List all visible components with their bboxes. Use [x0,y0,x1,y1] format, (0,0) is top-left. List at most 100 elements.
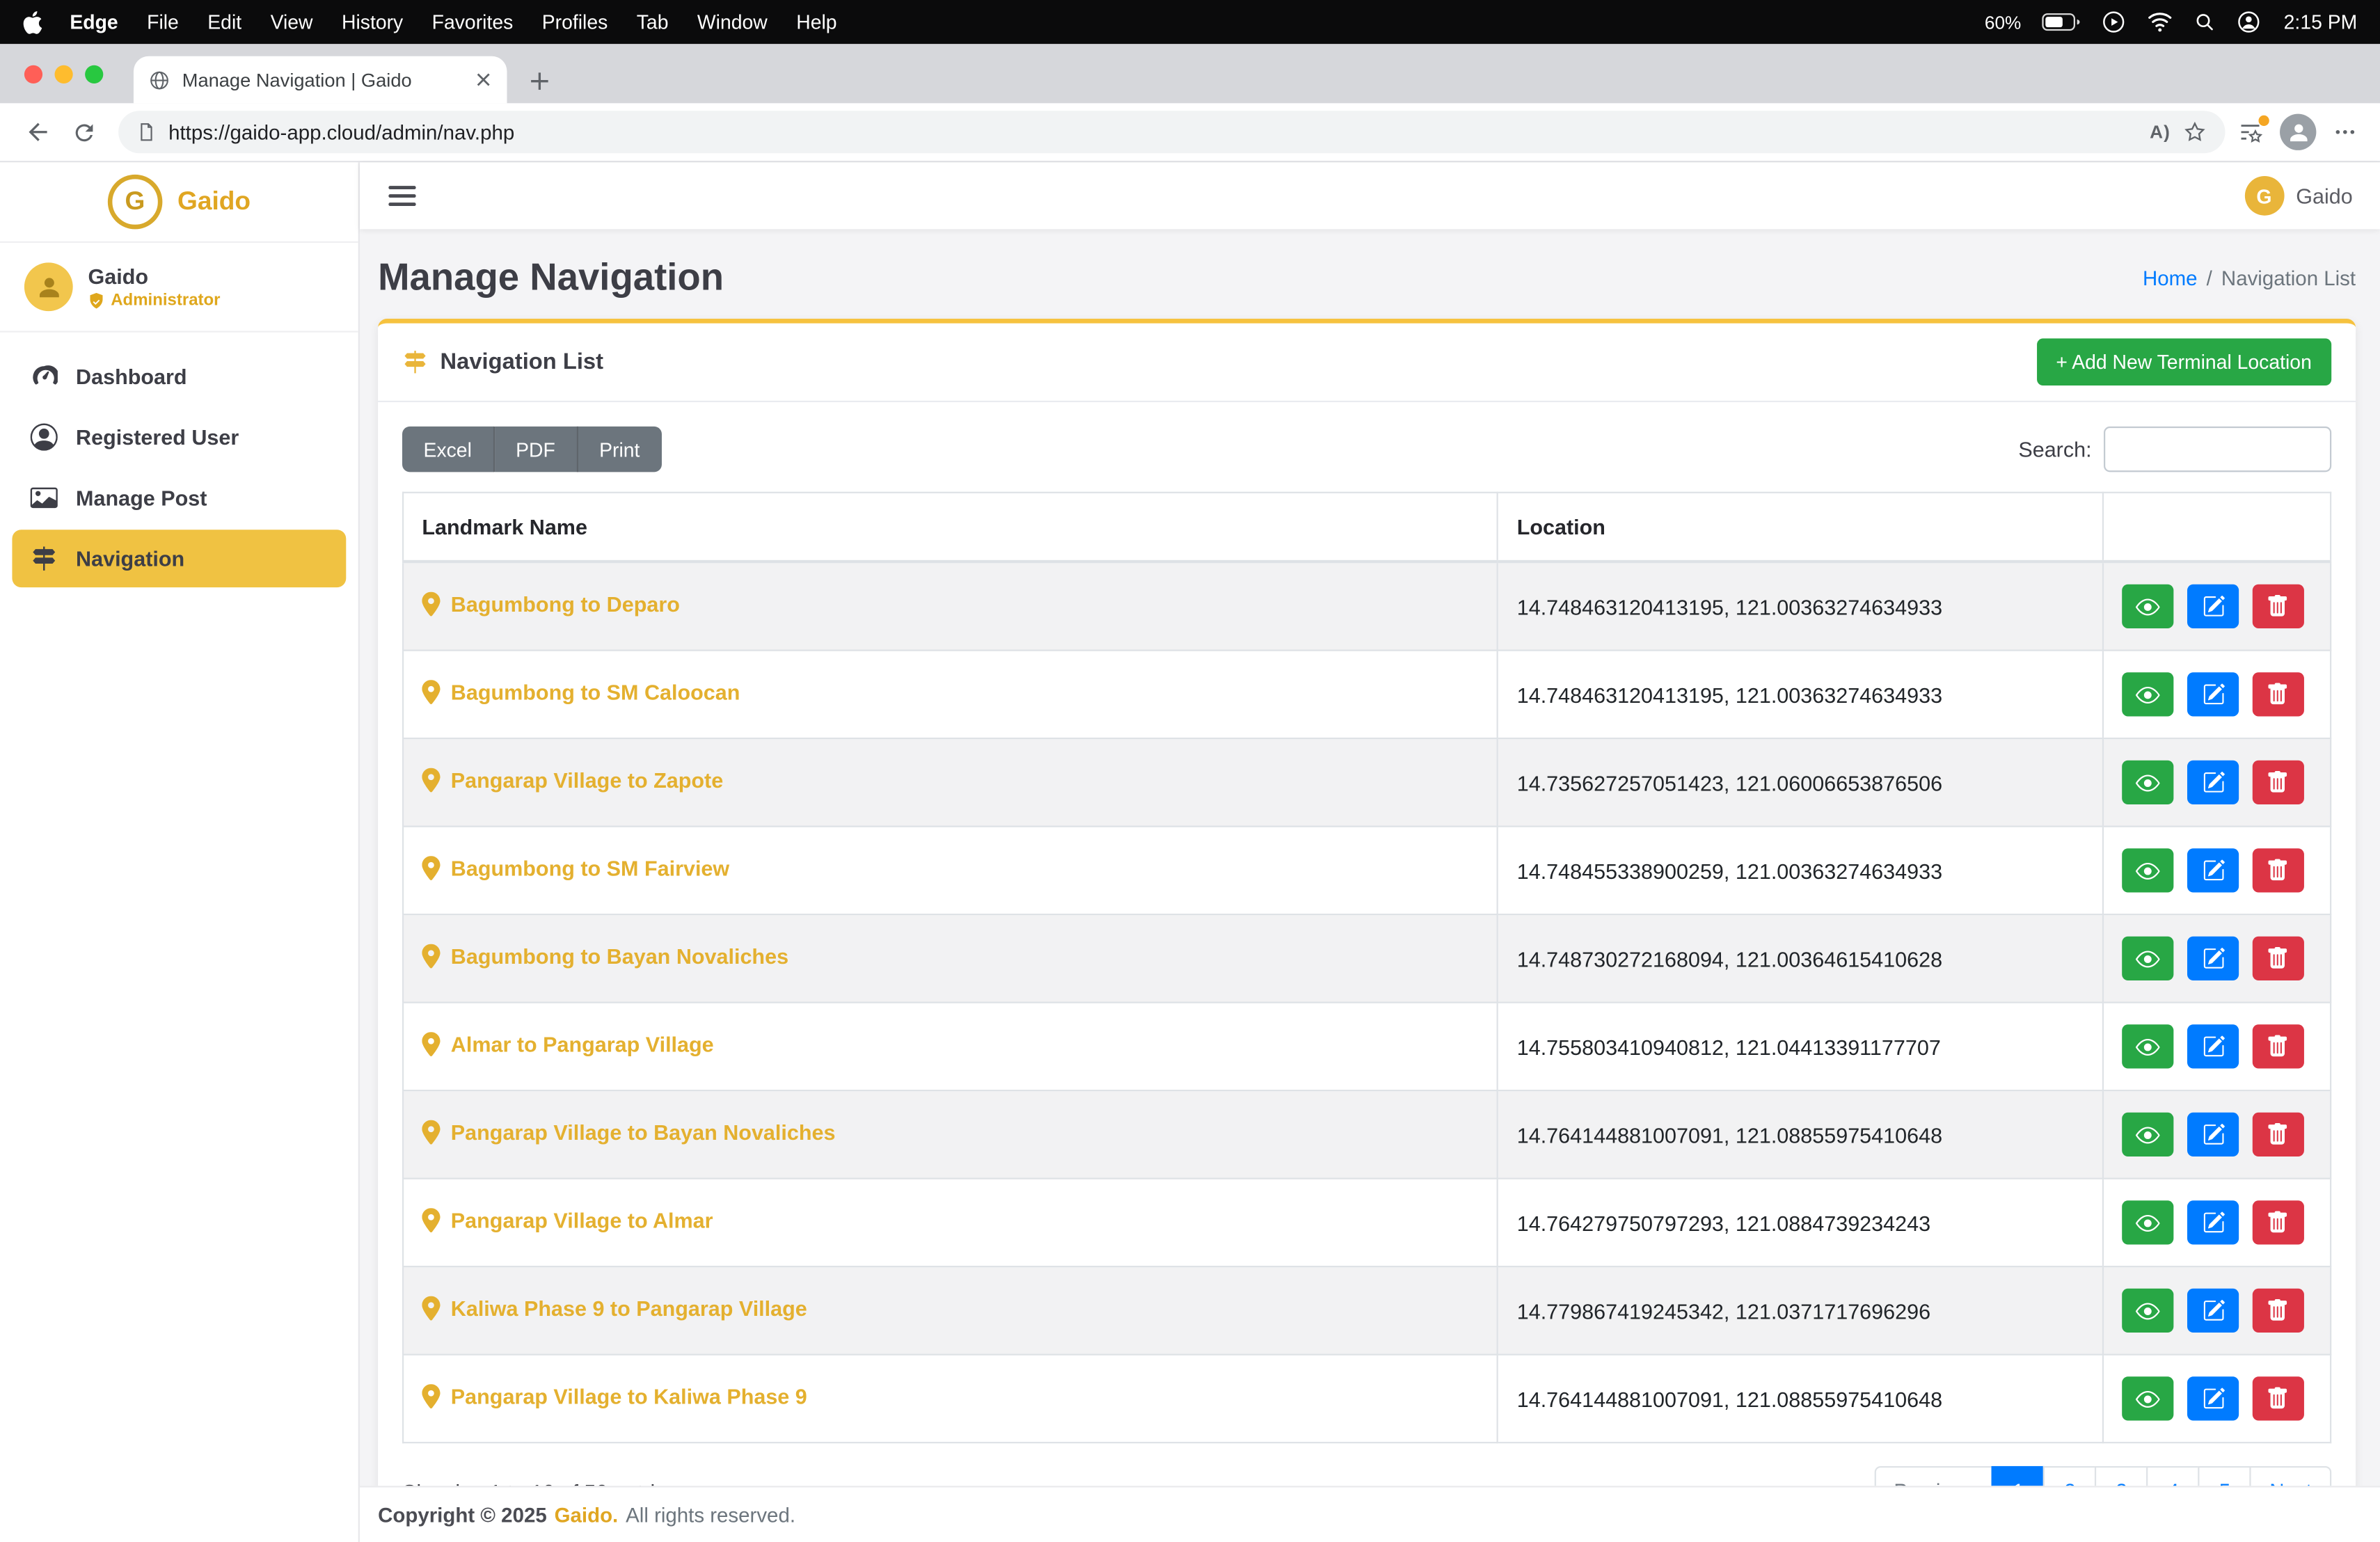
delete-button[interactable] [2253,1376,2304,1420]
view-button[interactable] [2122,672,2173,716]
edit-button[interactable] [2187,1024,2239,1068]
back-button[interactable] [15,109,61,154]
delete-button[interactable] [2253,1200,2304,1244]
sidebar-item-dashboard[interactable]: Dashboard [12,347,346,405]
page-info-icon[interactable] [136,121,156,143]
topbar-brand-group[interactable]: G Gaido [2244,176,2353,216]
pagination-3[interactable]: 3 [2095,1466,2148,1486]
hamburger-menu-icon[interactable] [387,181,418,212]
url-text[interactable]: https://gaido-app.cloud/admin/nav.php [168,120,2138,143]
apple-menu-icon[interactable] [23,10,45,34]
location-header[interactable]: Location [1498,493,2103,562]
menubar-item-profiles[interactable]: Profiles [542,10,608,33]
more-menu-icon[interactable] [2333,120,2357,144]
edit-button[interactable] [2187,761,2239,804]
close-window-button[interactable] [24,65,42,84]
delete-button[interactable] [2253,672,2304,716]
menubar-item-favorites[interactable]: Favorites [432,10,514,33]
landmark-link[interactable]: Bagumbong to Bayan Novaliches [422,944,788,969]
view-button[interactable] [2122,848,2173,892]
browser-profile-avatar[interactable] [2280,114,2316,150]
menubar-item-help[interactable]: Help [796,10,836,33]
table-row: Pangarap Village to Almar 14.76427975079… [403,1179,2331,1267]
delete-button[interactable] [2253,848,2304,892]
edit-button[interactable] [2187,937,2239,980]
screen-mirroring-icon[interactable] [2100,9,2126,35]
topbar-logo: G [2244,176,2284,216]
view-button[interactable] [2122,1113,2173,1156]
sidebar-item-manage-post[interactable]: Manage Post [12,469,346,527]
refresh-button[interactable] [61,109,106,154]
edit-button[interactable] [2187,1376,2239,1420]
edit-button[interactable] [2187,1200,2239,1244]
edit-button[interactable] [2187,672,2239,716]
landmark-link[interactable]: Pangarap Village to Bayan Novaliches [422,1120,835,1145]
landmark-link[interactable]: Pangarap Village to Zapote [422,768,723,793]
maximize-window-button[interactable] [85,65,103,84]
pagination-previous[interactable]: Previous [1874,1466,1993,1486]
landmark-link[interactable]: Pangarap Village to Kaliwa Phase 9 [422,1384,807,1408]
delete-button[interactable] [2253,1113,2304,1156]
search-input[interactable] [2104,427,2331,472]
landmark-link[interactable]: Pangarap Village to Almar [422,1208,713,1232]
view-button[interactable] [2122,1024,2173,1068]
sidebar: G Gaido Gaido Administrator [0,162,360,1542]
delete-button[interactable] [2253,1289,2304,1333]
edit-button[interactable] [2187,585,2239,628]
edit-button[interactable] [2187,1113,2239,1156]
minimize-window-button[interactable] [55,65,73,84]
new-tab-button[interactable] [528,70,551,93]
landmark-link[interactable]: Bagumbong to Deparo [422,592,680,617]
eye-icon [2136,858,2160,882]
delete-button[interactable] [2253,937,2304,980]
menubar-item-tab[interactable]: Tab [637,10,669,33]
delete-button[interactable] [2253,1024,2304,1068]
export-pdf-button[interactable]: PDF [495,427,578,472]
spotlight-search-icon[interactable] [2193,10,2216,33]
browser-tab[interactable]: Manage Navigation | Gaido [134,56,507,104]
view-button[interactable] [2122,1200,2173,1244]
delete-button[interactable] [2253,585,2304,628]
pagination-next[interactable]: Next [2250,1466,2331,1486]
edit-button[interactable] [2187,1289,2239,1333]
sidebar-item-navigation[interactable]: Navigation [12,530,346,587]
sidebar-item-registered-user[interactable]: Registered User [12,408,346,466]
view-button[interactable] [2122,1289,2173,1333]
add-terminal-location-button[interactable]: + Add New Terminal Location [2036,338,2331,386]
sidebar-brand[interactable]: G Gaido [0,162,358,243]
delete-button[interactable] [2253,761,2304,804]
landmark-link[interactable]: Almar to Pangarap Village [422,1032,713,1056]
menubar-item-history[interactable]: History [342,10,403,33]
menubar-item-window[interactable]: Window [697,10,768,33]
breadcrumb-home-link[interactable]: Home [2143,267,2198,290]
export-print-button[interactable]: Print [578,427,661,472]
landmark-link[interactable]: Bagumbong to SM Caloocan [422,680,740,704]
view-button[interactable] [2122,761,2173,804]
view-button[interactable] [2122,1376,2173,1420]
landmark-link[interactable]: Bagumbong to SM Fairview [422,856,729,880]
edit-button[interactable] [2187,848,2239,892]
menubar-clock[interactable]: 2:15 PM [2284,10,2358,33]
export-excel-button[interactable]: Excel [402,427,495,472]
menubar-item-file[interactable]: File [147,10,179,33]
menubar-app-name[interactable]: Edge [70,10,118,33]
menubar-item-view[interactable]: View [271,10,313,33]
pagination-5[interactable]: 5 [2198,1466,2251,1486]
view-button[interactable] [2122,585,2173,628]
pagination-1[interactable]: 1 [1992,1466,2045,1486]
map-pin-icon [422,768,440,793]
favorite-star-icon[interactable] [2182,120,2207,144]
wifi-icon[interactable] [2145,10,2173,33]
view-button[interactable] [2122,937,2173,980]
user-switcher-icon[interactable] [2235,9,2261,35]
menubar-item-edit[interactable]: Edit [207,10,241,33]
address-bar[interactable]: https://gaido-app.cloud/admin/nav.php A) [118,111,2225,153]
map-pin-icon [422,944,440,969]
tab-close-icon[interactable] [475,72,492,88]
pagination-2[interactable]: 2 [2043,1466,2096,1486]
landmark-name-header[interactable]: Landmark Name [403,493,1498,562]
favorites-hub-icon[interactable] [2237,119,2263,145]
pagination-4[interactable]: 4 [2147,1466,2200,1486]
read-aloud-icon[interactable]: A) [2150,121,2171,143]
landmark-link[interactable]: Kaliwa Phase 9 to Pangarap Village [422,1296,807,1321]
